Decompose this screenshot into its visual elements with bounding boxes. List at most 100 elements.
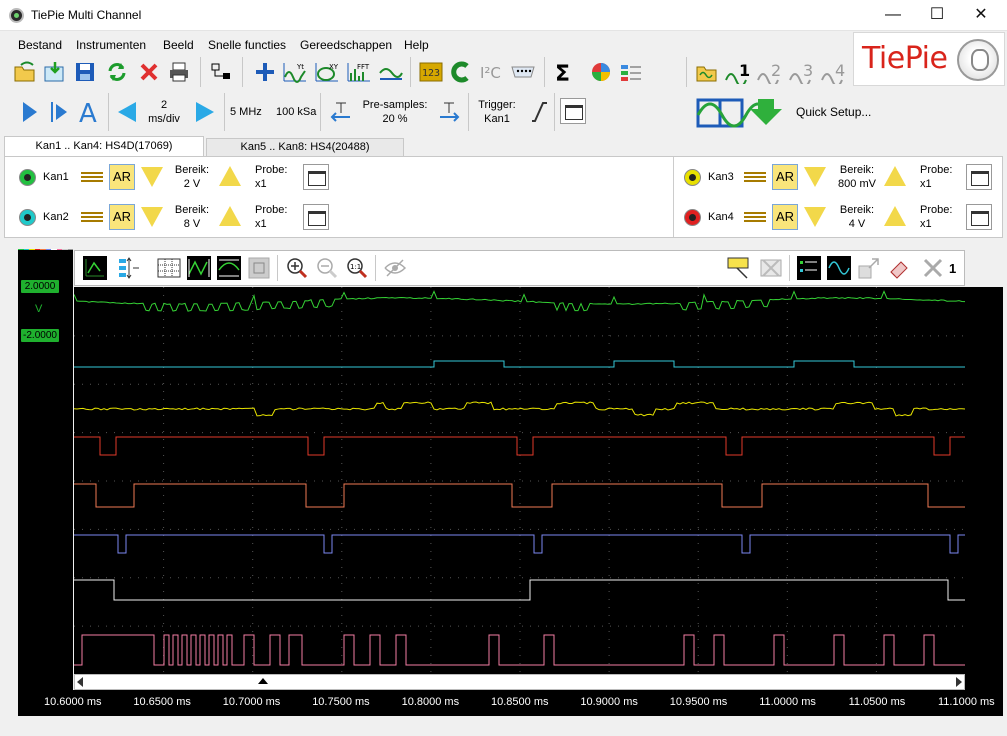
add-icon[interactable] xyxy=(252,59,278,85)
coupling-icon[interactable] xyxy=(744,172,766,182)
save-icon[interactable] xyxy=(72,59,98,85)
display-list-icon[interactable] xyxy=(618,59,644,85)
import-icon[interactable] xyxy=(42,59,68,85)
instrument-1-icon[interactable]: 1 xyxy=(724,59,754,85)
zoom-out-icon[interactable] xyxy=(315,256,339,280)
range-decrease-icon[interactable] xyxy=(804,207,826,227)
run-icon[interactable] xyxy=(16,99,42,125)
color-palette-icon[interactable] xyxy=(588,59,614,85)
menu-beeld[interactable]: Beeld xyxy=(163,38,194,52)
trigger-readout[interactable]: Trigger: Kan1 xyxy=(474,98,520,126)
presamples-increase-icon[interactable] xyxy=(436,99,462,125)
maximize-button[interactable]: ☐ xyxy=(914,0,960,31)
auto-range-button[interactable]: AR xyxy=(772,204,798,230)
channel-settings-icon[interactable] xyxy=(303,164,329,190)
record-length[interactable]: 100 kSa xyxy=(276,105,316,119)
xy-scope-icon[interactable]: XY xyxy=(314,59,340,85)
range-decrease-icon[interactable] xyxy=(804,167,826,187)
yt-scope-icon[interactable]: Yt xyxy=(282,59,308,85)
range-increase-icon[interactable] xyxy=(219,206,241,226)
coupling-icon[interactable] xyxy=(744,212,766,222)
trigger-slope-icon[interactable] xyxy=(526,99,552,125)
quick-setup-icon[interactable] xyxy=(696,95,792,129)
range-increase-icon[interactable] xyxy=(219,166,241,186)
range-decrease-icon[interactable] xyxy=(141,167,163,187)
tab-kan1-kan4[interactable]: Kan1 .. Kan4: HS4D(17069) xyxy=(4,136,204,156)
scope-canvas[interactable] xyxy=(74,287,965,674)
print-icon[interactable] xyxy=(166,59,192,85)
sigma-math-icon[interactable]: Σ xyxy=(552,59,578,85)
persistence-icon[interactable] xyxy=(217,256,241,280)
auto-range-button[interactable]: AR xyxy=(109,164,135,190)
horizontal-scrollbar[interactable] xyxy=(74,674,965,690)
instrument-2-icon[interactable]: 2 xyxy=(756,59,786,85)
instrument-4-icon[interactable]: 4 xyxy=(820,59,850,85)
channel-layout-icon[interactable] xyxy=(117,256,141,280)
close-cursor-icon[interactable] xyxy=(921,256,945,280)
meter-icon[interactable]: 123 xyxy=(418,59,444,85)
object-tree-icon[interactable] xyxy=(208,59,234,85)
channel-settings-icon[interactable] xyxy=(966,164,992,190)
expand-icon[interactable] xyxy=(857,256,881,280)
channel-enable-icon[interactable] xyxy=(684,169,701,186)
presamples-decrease-icon[interactable] xyxy=(328,99,354,125)
delete-comment-icon[interactable] xyxy=(759,256,783,280)
range-increase-icon[interactable] xyxy=(884,206,906,226)
vertical-scroll-area[interactable] xyxy=(965,287,1003,690)
trigger-position-marker[interactable] xyxy=(258,678,268,684)
auto-setup-icon[interactable]: A xyxy=(76,99,102,125)
range-decrease-icon[interactable] xyxy=(141,207,163,227)
hide-icon[interactable] xyxy=(383,256,407,280)
delete-icon[interactable] xyxy=(136,59,162,85)
sample-rate[interactable]: 5 MHz xyxy=(230,105,262,119)
tab-kan5-kan8[interactable]: Kan5 .. Kan8: HS4(20488) xyxy=(206,138,404,156)
yt-mode-icon[interactable] xyxy=(83,256,107,280)
channel-settings-icon[interactable] xyxy=(966,204,992,230)
grid-icon[interactable] xyxy=(157,256,181,280)
volt-top-marker[interactable]: 2.0000 xyxy=(20,279,60,294)
open-file-icon[interactable] xyxy=(12,59,38,85)
minimize-button[interactable]: — xyxy=(870,0,916,31)
grid-dot xyxy=(346,529,347,530)
scroll-left-icon[interactable] xyxy=(77,677,83,687)
auto-range-button[interactable]: AR xyxy=(109,204,135,230)
close-button[interactable]: ✕ xyxy=(958,0,1004,31)
serial-port-icon[interactable] xyxy=(510,59,536,85)
scroll-right-icon[interactable] xyxy=(956,677,962,687)
channel-enable-icon[interactable] xyxy=(19,209,36,226)
menu-bestand[interactable]: Bestand xyxy=(18,38,62,52)
single-shot-icon[interactable] xyxy=(46,99,72,125)
menu-gereedschappen[interactable]: Gereedschappen xyxy=(300,38,392,52)
zoom-in-icon[interactable] xyxy=(285,256,309,280)
menu-instrumenten[interactable]: Instrumenten xyxy=(76,38,146,52)
waveform-view-icon[interactable] xyxy=(827,256,851,280)
channel-enable-icon[interactable] xyxy=(684,209,701,226)
comment-icon[interactable] xyxy=(727,256,751,280)
volt-bottom-marker[interactable]: -2.0000 xyxy=(20,328,60,343)
i2c-icon[interactable]: I²C xyxy=(478,59,504,85)
legend-icon[interactable] xyxy=(797,256,821,280)
range-increase-icon[interactable] xyxy=(884,166,906,186)
i2c-c-icon[interactable] xyxy=(448,59,474,85)
coupling-icon[interactable] xyxy=(81,212,103,222)
zoom-reset-icon[interactable]: 1:1 xyxy=(345,256,369,280)
menu-snelle-functies[interactable]: Snelle functies xyxy=(208,38,286,52)
auto-range-button[interactable]: AR xyxy=(772,164,798,190)
fft-scope-icon[interactable]: FFT xyxy=(346,59,372,85)
timebase-increase-icon[interactable] xyxy=(192,99,218,125)
coupling-icon[interactable] xyxy=(81,172,103,182)
recorder-icon[interactable] xyxy=(378,59,404,85)
channel-enable-icon[interactable] xyxy=(19,169,36,186)
timebase-decrease-icon[interactable] xyxy=(114,99,140,125)
grid-dot xyxy=(482,529,483,530)
menu-help[interactable]: Help xyxy=(404,38,429,52)
instrument-3-icon[interactable]: 3 xyxy=(788,59,818,85)
quick-setup-label[interactable]: Quick Setup... xyxy=(796,105,871,119)
fit-view-icon[interactable] xyxy=(247,256,271,280)
eraser-icon[interactable] xyxy=(887,256,911,280)
open-instrument-icon[interactable] xyxy=(694,59,720,85)
channel-settings-icon[interactable] xyxy=(303,204,329,230)
trace-style-icon[interactable] xyxy=(187,256,211,280)
refresh-icon[interactable] xyxy=(104,59,130,85)
trigger-settings-icon[interactable] xyxy=(560,98,586,124)
